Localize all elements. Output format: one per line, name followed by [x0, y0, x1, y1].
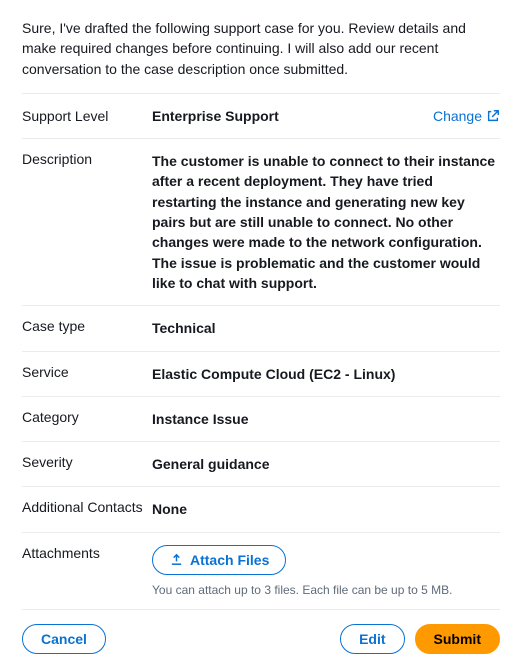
- upload-icon: [169, 552, 184, 567]
- label-attachments: Attachments: [22, 545, 152, 561]
- value-service: Elastic Compute Cloud (EC2 - Linux): [152, 364, 500, 384]
- row-category: Category Instance Issue: [22, 396, 500, 441]
- attach-files-button[interactable]: Attach Files: [152, 545, 286, 575]
- value-case-type: Technical: [152, 318, 500, 338]
- change-link-label: Change: [433, 108, 482, 124]
- row-severity: Severity General guidance: [22, 441, 500, 486]
- row-support-level: Support Level Enterprise Support Change: [22, 93, 500, 138]
- label-additional-contacts: Additional Contacts: [22, 499, 152, 515]
- row-service: Service Elastic Compute Cloud (EC2 - Lin…: [22, 351, 500, 396]
- label-case-type: Case type: [22, 318, 152, 334]
- value-category: Instance Issue: [152, 409, 500, 429]
- value-description: The customer is unable to connect to the…: [152, 151, 500, 293]
- edit-button[interactable]: Edit: [340, 624, 404, 654]
- submit-button[interactable]: Submit: [415, 624, 500, 654]
- label-support-level: Support Level: [22, 108, 152, 124]
- intro-text: Sure, I've drafted the following support…: [22, 18, 500, 79]
- row-attachments: Attachments Attach Files You can attach …: [22, 532, 500, 609]
- row-description: Description The customer is unable to co…: [22, 138, 500, 305]
- label-category: Category: [22, 409, 152, 425]
- cancel-button[interactable]: Cancel: [22, 624, 106, 654]
- label-description: Description: [22, 151, 152, 167]
- row-additional-contacts: Additional Contacts None: [22, 486, 500, 531]
- change-link[interactable]: Change: [433, 108, 500, 124]
- value-additional-contacts: None: [152, 499, 500, 519]
- value-severity: General guidance: [152, 454, 500, 474]
- label-service: Service: [22, 364, 152, 380]
- label-severity: Severity: [22, 454, 152, 470]
- value-support-level: Enterprise Support: [152, 106, 433, 126]
- attachments-hint: You can attach up to 3 files. Each file …: [152, 583, 452, 597]
- row-case-type: Case type Technical: [22, 305, 500, 350]
- external-link-icon: [486, 109, 500, 123]
- actions-bar: Cancel Edit Submit: [22, 609, 500, 654]
- attach-files-label: Attach Files: [190, 552, 269, 568]
